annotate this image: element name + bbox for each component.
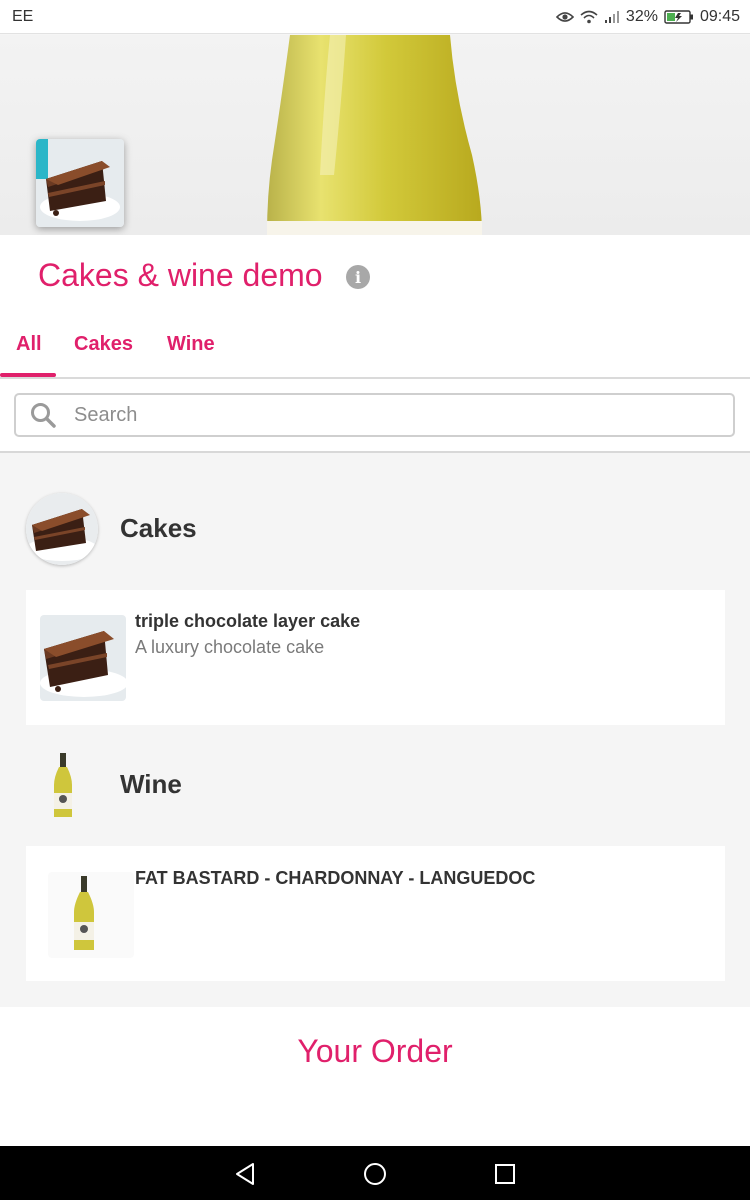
home-icon[interactable] <box>360 1159 390 1189</box>
status-bar: EE 32% 09:45 <box>0 0 750 34</box>
tab-all[interactable]: All <box>16 333 42 356</box>
info-icon[interactable]: i <box>346 265 370 289</box>
menu-content: Cakes triple chocolate layer cake A luxu… <box>0 455 750 1007</box>
battery-percent: 32% <box>625 7 658 25</box>
wine-product-image <box>48 872 134 958</box>
product-description: A luxury chocolate cake <box>135 637 325 657</box>
category-title-wine: Wine <box>120 769 182 799</box>
recents-icon[interactable] <box>490 1159 520 1189</box>
signal-icon <box>604 10 620 24</box>
system-nav-bar <box>0 1146 750 1200</box>
carrier-label: EE <box>12 7 34 25</box>
search-box[interactable] <box>14 393 735 437</box>
product-card[interactable]: triple chocolate layer cake A luxury cho… <box>26 590 725 725</box>
product-card[interactable]: FAT BASTARD - CHARDONNAY - LANGUEDOC <box>26 846 725 981</box>
tab-cakes[interactable]: Cakes <box>74 333 133 356</box>
search-section <box>0 379 750 453</box>
your-order-button[interactable]: Your Order <box>0 1033 750 1070</box>
store-header: Cakes & wine demo i All Cakes Wine <box>0 235 750 380</box>
category-header-cakes: Cakes <box>26 493 726 573</box>
eye-icon <box>555 10 574 24</box>
product-name: FAT BASTARD - CHARDONNAY - LANGUEDOC <box>135 868 536 888</box>
back-icon[interactable] <box>230 1159 260 1189</box>
wifi-icon <box>580 10 598 24</box>
category-title-cakes: Cakes <box>120 513 197 543</box>
hero-banner <box>0 35 750 235</box>
category-tabs: All Cakes Wine <box>0 317 750 377</box>
wine-category-image <box>26 749 98 821</box>
page-title: Cakes & wine demo <box>38 257 323 293</box>
product-name: triple chocolate layer cake <box>135 611 361 631</box>
cake-product-image <box>40 615 126 701</box>
search-input[interactable] <box>74 403 674 427</box>
status-icons: 32% 09:45 <box>555 7 740 26</box>
tab-wine[interactable]: Wine <box>167 333 215 356</box>
wine-bottle-banner-image <box>267 35 482 235</box>
cakes-category-image <box>26 493 98 565</box>
order-section: Your Order <box>0 1007 750 1146</box>
category-header-wine: Wine <box>26 749 726 829</box>
search-icon <box>30 402 56 428</box>
clock: 09:45 <box>699 7 740 25</box>
battery-charging-icon <box>664 9 694 24</box>
store-logo-image <box>36 139 124 227</box>
